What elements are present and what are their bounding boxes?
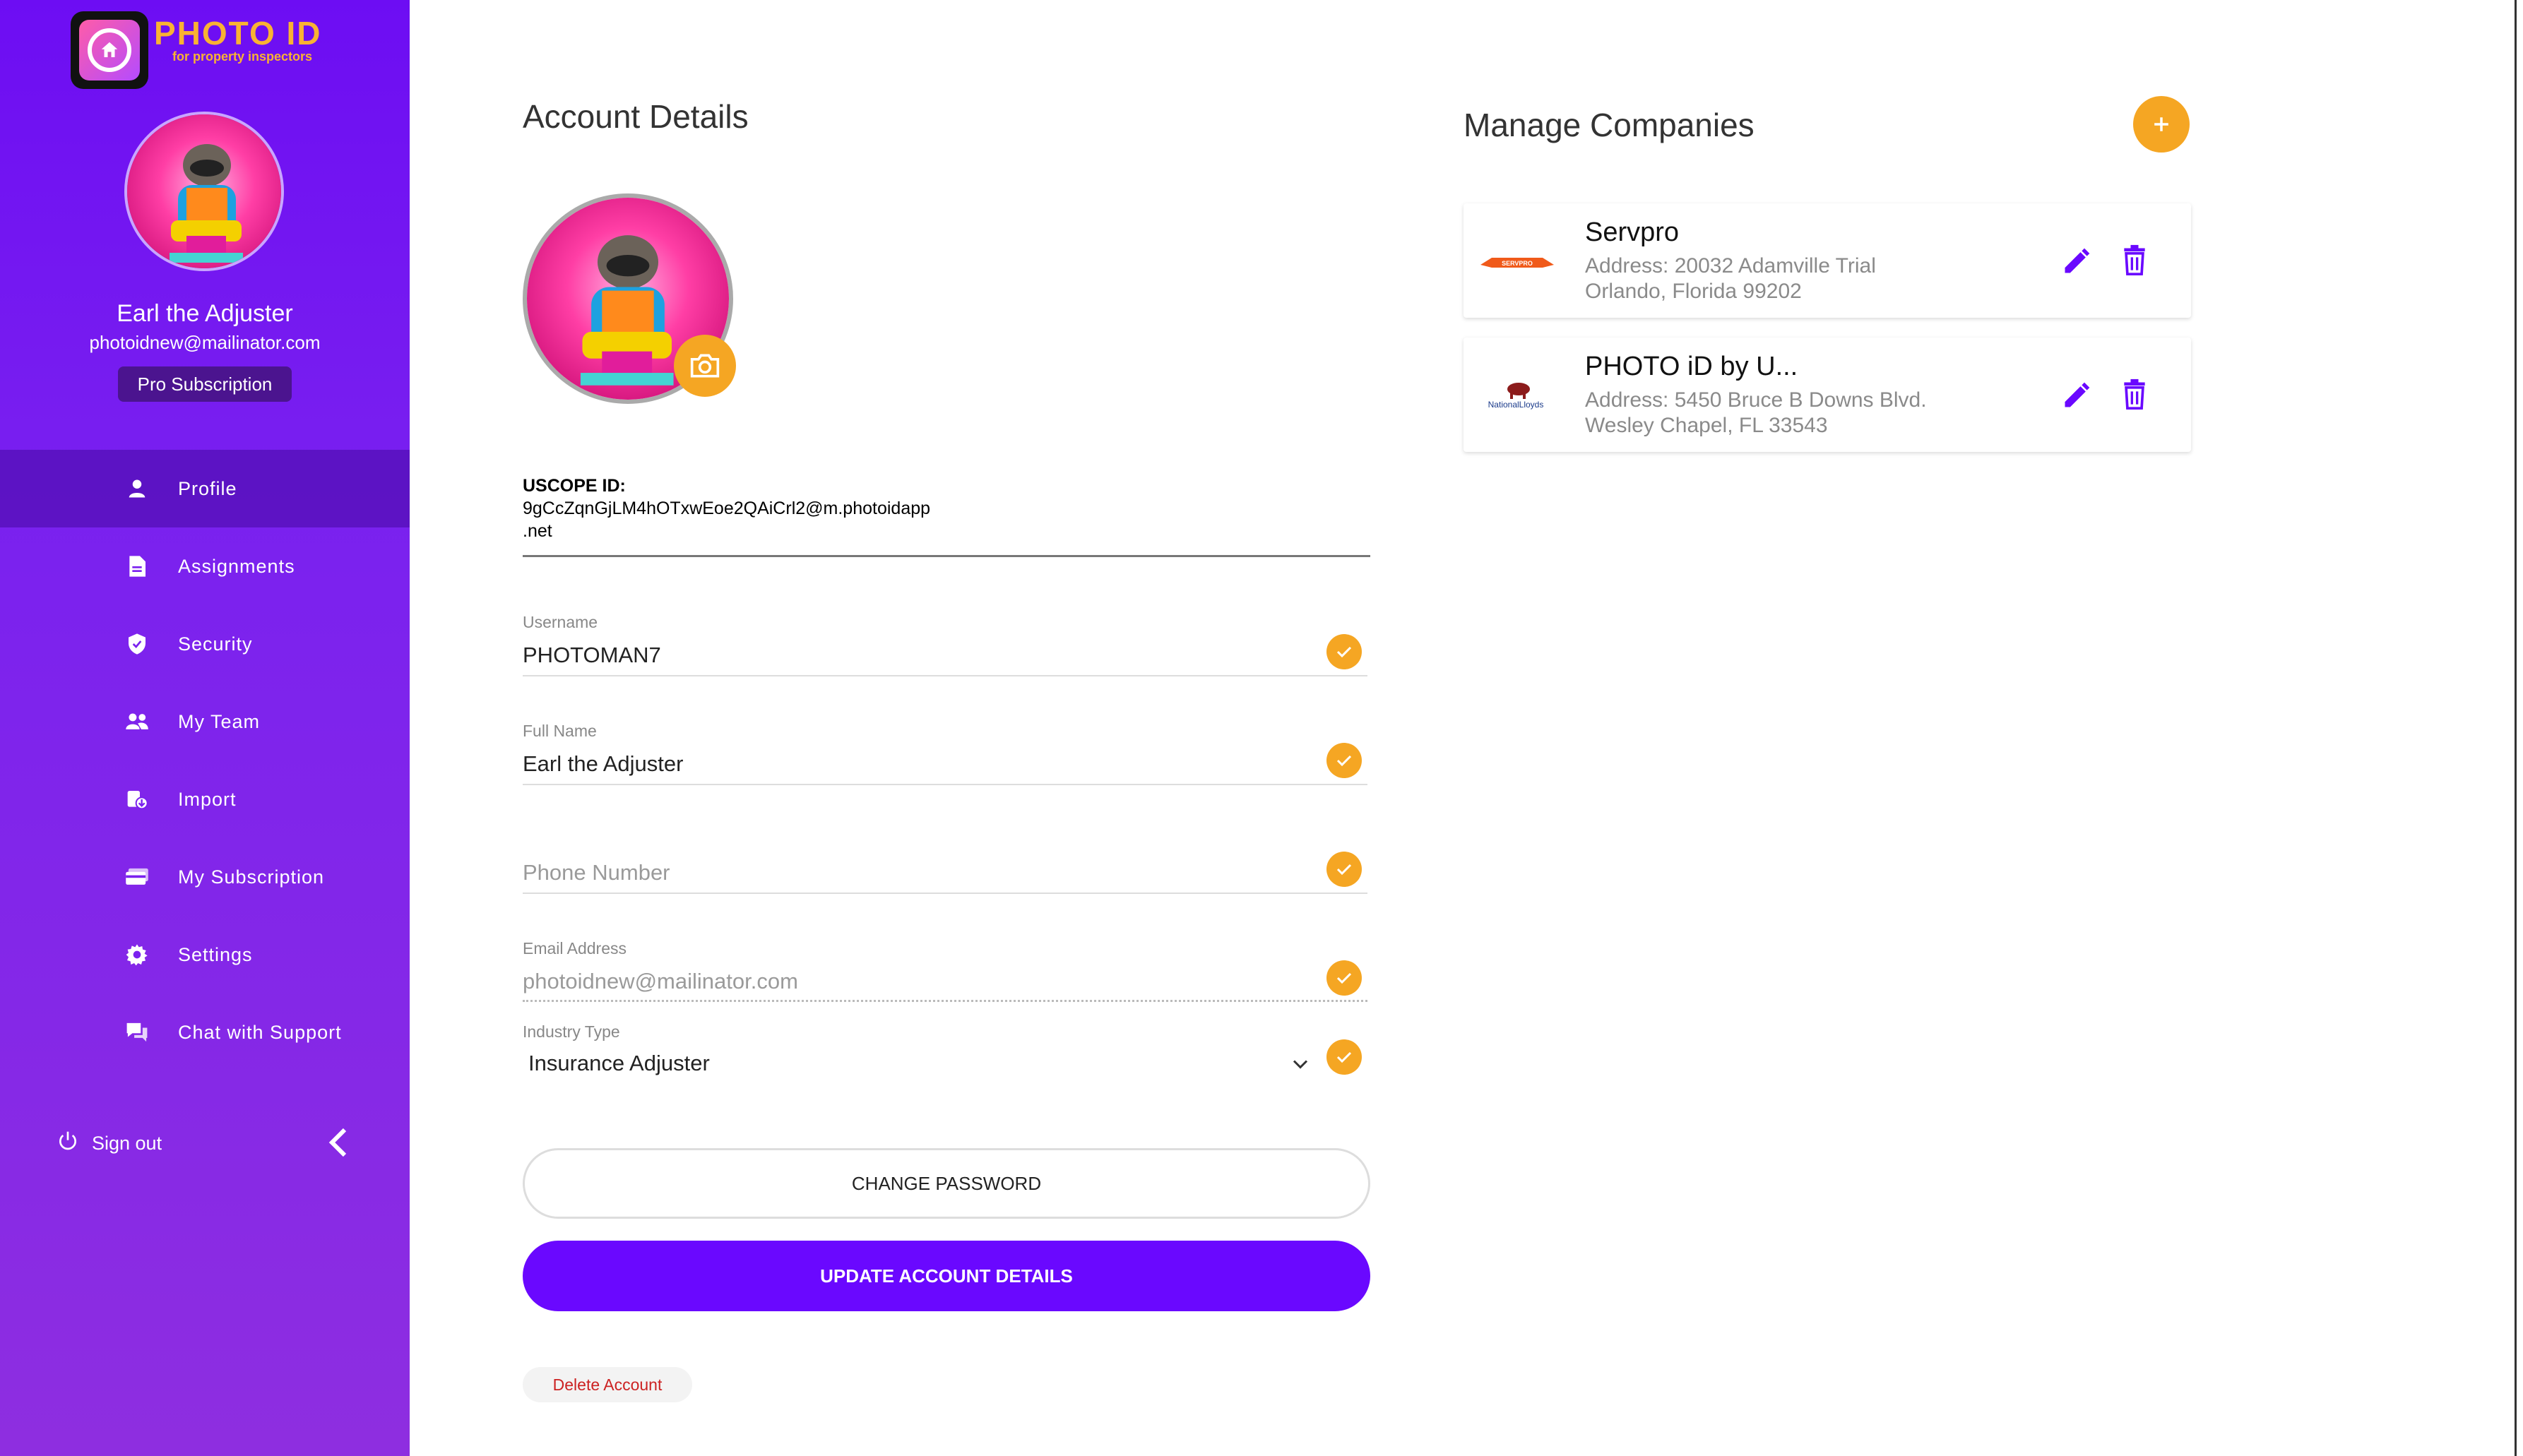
trash-icon[interactable] bbox=[2120, 378, 2149, 410]
update-account-button[interactable]: UPDATE ACCOUNT DETAILS bbox=[523, 1241, 1370, 1311]
company-name: PHOTO iD by U... bbox=[1585, 352, 1798, 381]
nav-label: Security bbox=[178, 633, 253, 655]
delete-account-button[interactable]: Delete Account bbox=[523, 1367, 692, 1402]
nav-item-settings[interactable]: Settings bbox=[0, 916, 410, 993]
nav-item-security[interactable]: Security bbox=[0, 605, 410, 683]
company-name: Servpro bbox=[1585, 217, 1680, 247]
check-icon bbox=[1326, 634, 1362, 669]
avatar bbox=[124, 112, 284, 271]
servpro-logo: SERVPRO bbox=[1478, 232, 1557, 290]
username-field[interactable]: Username PHOTOMAN7 bbox=[523, 613, 1367, 676]
power-icon bbox=[57, 1130, 79, 1157]
nav-item-chat-with-support[interactable]: Chat with Support bbox=[0, 993, 410, 1071]
nav-item-my-team[interactable]: My Team bbox=[0, 683, 410, 760]
nav-item-my-subscription[interactable]: My Subscription bbox=[0, 838, 410, 916]
nav-item-import[interactable]: Import bbox=[0, 760, 410, 838]
camera-icon bbox=[690, 354, 720, 378]
industry-label: Industry Type bbox=[523, 1022, 620, 1041]
companies-title: Manage Companies bbox=[1464, 107, 1755, 143]
sign-out-label: Sign out bbox=[92, 1133, 162, 1154]
uscope-id-label: USCOPE ID: bbox=[523, 476, 626, 496]
company-card[interactable]: SERVPRO Servpro Address: 20032 Adamville… bbox=[1464, 203, 2191, 318]
nav-item-profile[interactable]: Profile bbox=[0, 450, 410, 527]
subscription-badge[interactable]: Pro Subscription bbox=[118, 366, 292, 402]
window-edge bbox=[2515, 0, 2517, 1456]
national-lloyds-logo: NationalLloyds bbox=[1478, 366, 1557, 424]
app-logo bbox=[71, 11, 148, 89]
check-icon bbox=[1326, 960, 1362, 996]
nav-label: Settings bbox=[178, 943, 253, 965]
collapse-sidebar-button[interactable] bbox=[325, 1127, 353, 1158]
person-icon bbox=[124, 476, 150, 501]
company-card[interactable]: NationalLloyds PHOTO iD by U... Address:… bbox=[1464, 338, 2191, 452]
company-address-line1: Address: 5450 Bruce B Downs Blvd. bbox=[1585, 388, 1927, 412]
fullname-field[interactable]: Full Name Earl the Adjuster bbox=[523, 722, 1367, 785]
card-icon bbox=[124, 864, 150, 890]
user-email: photoidnew@mailinator.com bbox=[89, 332, 321, 353]
underline bbox=[523, 1000, 1367, 1002]
change-password-button[interactable]: CHANGE PASSWORD bbox=[523, 1148, 1370, 1219]
fullname-label: Full Name bbox=[523, 722, 597, 740]
check-icon bbox=[1326, 852, 1362, 887]
chevron-left-icon bbox=[328, 1128, 347, 1157]
check-icon bbox=[1326, 743, 1362, 778]
svg-text:SERVPRO: SERVPRO bbox=[1502, 260, 1533, 267]
svg-text:NationalLloyds: NationalLloyds bbox=[1488, 400, 1544, 410]
underline bbox=[523, 893, 1367, 894]
nav-label: Profile bbox=[178, 477, 237, 499]
brand-name: PHOTO ID bbox=[154, 15, 322, 52]
team-icon bbox=[124, 709, 150, 734]
nav-label: Chat with Support bbox=[178, 1021, 342, 1043]
underline bbox=[523, 784, 1367, 785]
trash-icon[interactable] bbox=[2120, 244, 2149, 275]
check-icon bbox=[1326, 1039, 1362, 1075]
gear-icon bbox=[124, 942, 150, 967]
document-icon bbox=[124, 554, 150, 579]
email-label: Email Address bbox=[523, 939, 627, 957]
chevron-down-icon[interactable] bbox=[1290, 1054, 1311, 1075]
nav-label: Assignments bbox=[178, 555, 295, 577]
nav-label: Import bbox=[178, 788, 237, 810]
email-input: photoidnew@mailinator.com bbox=[523, 969, 798, 993]
edit-icon[interactable] bbox=[2061, 246, 2092, 277]
plus-icon bbox=[2154, 117, 2168, 131]
sign-out-button[interactable]: Sign out bbox=[57, 1130, 162, 1157]
username-label: Username bbox=[523, 613, 598, 631]
underline bbox=[523, 675, 1367, 676]
nav-label: My Team bbox=[178, 710, 261, 732]
nav-item-assignments[interactable]: Assignments bbox=[0, 527, 410, 605]
email-field: Email Address photoidnew@mailinator.com bbox=[523, 939, 1367, 1003]
industry-type-select[interactable]: Industry Type Insurance Adjuster bbox=[523, 1022, 1367, 1086]
phone-input[interactable]: Phone Number bbox=[523, 860, 670, 885]
divider bbox=[523, 555, 1370, 557]
phone-field[interactable]: Phone Number bbox=[523, 830, 1367, 894]
user-name: Earl the Adjuster bbox=[117, 300, 293, 327]
import-icon bbox=[124, 787, 150, 812]
add-company-button[interactable] bbox=[2133, 96, 2190, 153]
username-input[interactable]: PHOTOMAN7 bbox=[523, 643, 661, 668]
page-title: Account Details bbox=[523, 98, 749, 135]
nav-label: My Subscription bbox=[178, 866, 325, 888]
uscope-id-value: 9gCcZqnGjLM4hOTxwEoe2QAiCrl2@m.photoidap… bbox=[523, 499, 931, 541]
sidebar: PHOTO ID for property inspectors Earl th… bbox=[0, 0, 410, 1456]
shield-icon bbox=[124, 631, 150, 657]
change-photo-button[interactable] bbox=[674, 335, 736, 397]
brand-tagline: for property inspectors bbox=[172, 49, 313, 64]
fullname-input[interactable]: Earl the Adjuster bbox=[523, 751, 683, 777]
company-address-line2: Wesley Chapel, FL 33543 bbox=[1585, 414, 1828, 437]
industry-value[interactable]: Insurance Adjuster bbox=[528, 1051, 710, 1076]
edit-icon[interactable] bbox=[2061, 380, 2092, 411]
chat-icon bbox=[124, 1020, 150, 1045]
company-address-line1: Address: 20032 Adamville Trial bbox=[1585, 254, 1876, 278]
company-address-line2: Orlando, Florida 99202 bbox=[1585, 280, 1802, 303]
